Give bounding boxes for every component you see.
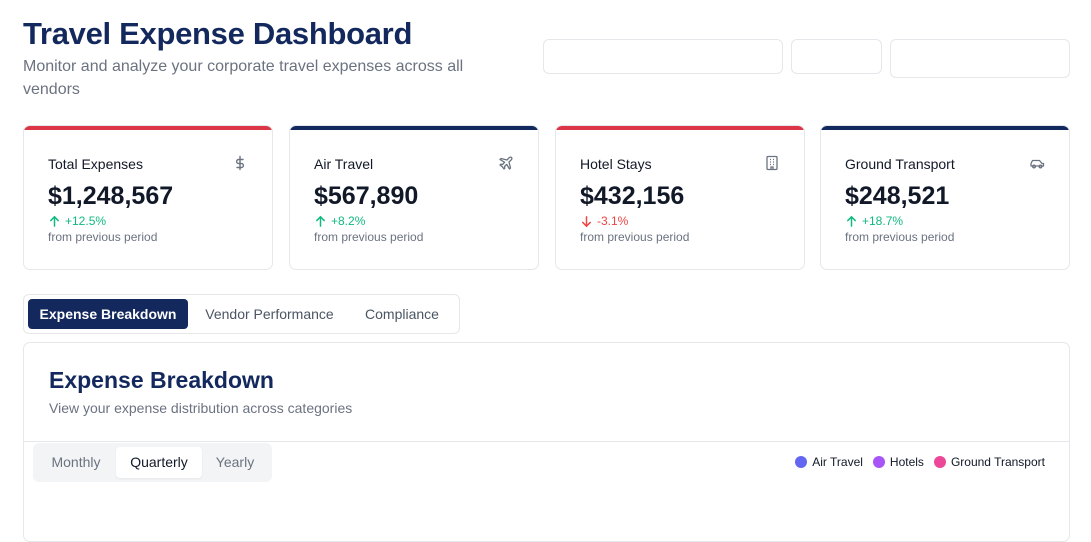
card-change: +12.5% [48, 214, 106, 228]
card-value: $432,156 [580, 182, 685, 210]
card-accent-bar [24, 126, 272, 130]
card-change-value: +12.5% [65, 214, 107, 228]
period-quarterly-button[interactable]: Quarterly [116, 447, 202, 478]
legend-item-hotels: Hotels [872, 455, 924, 469]
arrow-down-icon [582, 215, 591, 227]
card-change-value: +8.2% [331, 214, 366, 228]
legend-dot [795, 456, 808, 468]
card-value: $567,890 [314, 182, 419, 210]
period-select[interactable] [791, 39, 882, 74]
period-yearly-button[interactable]: Yearly [203, 447, 267, 478]
date-range-picker[interactable] [543, 39, 783, 74]
card-label: Ground Transport [845, 156, 955, 172]
stat-card-total-expenses: Total Expenses $1,248,567 +12.5% from pr… [23, 125, 273, 270]
legend-dot [872, 456, 885, 468]
legend-label: Air Travel [812, 455, 863, 469]
stat-card-air-travel: Air Travel $567,890 +8.2% from previous … [289, 125, 539, 270]
card-label: Air Travel [314, 156, 374, 172]
legend-label: Hotels [889, 455, 924, 469]
card-label: Hotel Stays [580, 156, 652, 172]
card-change-value: -3.1% [597, 214, 629, 228]
card-value: $248,521 [845, 182, 950, 210]
card-accent-bar [290, 126, 538, 130]
legend-dot [933, 456, 946, 468]
legend-label: Ground Transport [950, 455, 1045, 469]
chart-legend: Air Travel Hotels Ground Transport [795, 455, 1045, 469]
card-period: from previous period [314, 230, 424, 244]
card-accent-bar [556, 126, 804, 130]
page-title: Travel Expense Dashboard [23, 16, 413, 51]
card-period: from previous period [48, 230, 158, 244]
period-toggle: Monthly Quarterly Yearly [33, 443, 272, 482]
expense-breakdown-panel: Expense Breakdown View your expense dist… [23, 342, 1070, 542]
card-value: $1,248,567 [48, 182, 174, 210]
card-change: -3.1% [580, 214, 628, 228]
card-period: from previous period [580, 230, 690, 244]
legend-item-air-travel: Air Travel [795, 455, 863, 469]
building-icon [764, 155, 780, 171]
panel-title: Expense Breakdown [49, 367, 274, 393]
card-label: Total Expenses [48, 156, 143, 172]
car-icon [1029, 155, 1045, 171]
tab-compliance[interactable]: Compliance [352, 299, 452, 329]
arrow-up-icon [847, 215, 856, 227]
dollar-icon [232, 155, 248, 171]
panel-subtitle: View your expense distribution across ca… [49, 400, 353, 416]
period-monthly-button[interactable]: Monthly [37, 447, 115, 478]
tab-expense-breakdown[interactable]: Expense Breakdown [28, 299, 188, 329]
stat-card-ground-transport: Ground Transport $248,521 +18.7% from pr… [820, 125, 1070, 270]
legend-item-ground-transport: Ground Transport [933, 455, 1045, 469]
panel-divider [24, 441, 1069, 442]
stat-card-hotel-stays: Hotel Stays $432,156 -3.1% from previous… [555, 125, 805, 270]
vendor-select[interactable] [890, 39, 1070, 78]
plane-icon [498, 155, 514, 171]
arrow-up-icon [50, 215, 59, 227]
card-accent-bar [821, 126, 1069, 130]
tab-vendor-performance[interactable]: Vendor Performance [192, 299, 347, 329]
arrow-up-icon [316, 215, 325, 227]
card-change: +8.2% [314, 214, 365, 228]
card-change-value: +18.7% [862, 214, 904, 228]
main-tabs: Expense Breakdown Vendor Performance Com… [23, 294, 460, 334]
card-change: +18.7% [845, 214, 903, 228]
page-subtitle: Monitor and analyze your corporate trave… [23, 58, 464, 98]
card-period: from previous period [845, 230, 955, 244]
